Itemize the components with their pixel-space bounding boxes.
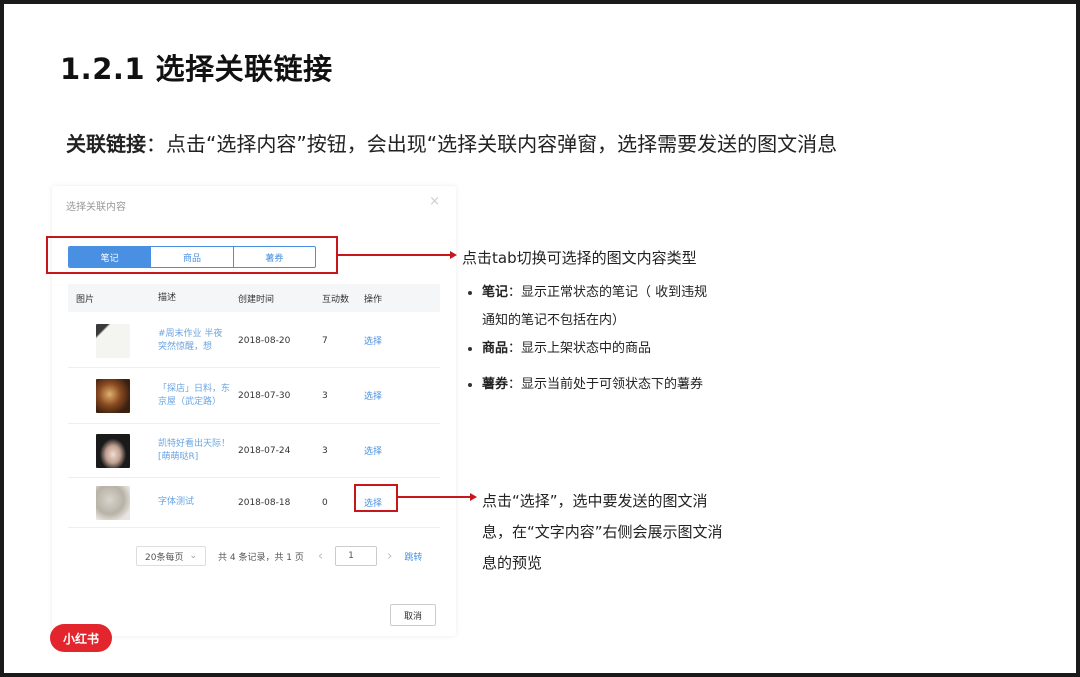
- page-input[interactable]: 1: [335, 546, 378, 566]
- bullet-notes-cont: 通知的笔记不包括在内）: [482, 313, 626, 328]
- bullet-coupons: 薯券：显示当前处于可领状态下的薯券: [468, 370, 703, 400]
- close-icon[interactable]: ×: [429, 194, 440, 209]
- select-link[interactable]: 选择: [354, 389, 440, 402]
- bullet-label: 薯券: [482, 377, 509, 392]
- bullet-label: 商品: [482, 341, 509, 356]
- select-arrow: [398, 496, 470, 498]
- intro-colon: ：: [146, 132, 166, 156]
- bullet-dot: [468, 346, 472, 351]
- select-annotation-line: 点击“选择”，选中要发送的图文消: [482, 492, 708, 510]
- row-date: 2018-07-30: [238, 390, 291, 401]
- select-annotation-line: 息的预览: [482, 554, 543, 572]
- intro-label: 关联链接: [66, 132, 146, 156]
- jump-link[interactable]: 跳转: [404, 550, 422, 563]
- select-link[interactable]: 选择: [354, 334, 440, 347]
- tabs-highlight: [46, 236, 338, 274]
- row-count: 7: [322, 335, 328, 346]
- row-date: 2018-08-18: [238, 497, 291, 508]
- thumbnail-image: [96, 323, 130, 358]
- chevron-down-icon: ⌄: [189, 551, 197, 561]
- table-row: 凯特好看出天际！[萌萌哒R] 2018-07-24 3 选择: [68, 424, 440, 478]
- bullet-text: ：显示当前处于可领状态下的薯券: [508, 377, 704, 392]
- thumbnail-image: [96, 433, 130, 468]
- bullet-text: ：显示正常状态的笔记（ 收到违规: [508, 285, 708, 300]
- col-count: 互动数: [322, 294, 350, 305]
- row-date: 2018-08-20: [238, 335, 291, 346]
- page-size-select[interactable]: 20条每页 ⌄: [136, 546, 206, 566]
- thumbnail-image: [96, 378, 130, 413]
- select-arrow-head: [470, 493, 477, 501]
- select-annotation-line: 息，在“文字内容”右侧会展示图文消: [482, 523, 723, 541]
- dialog-title: 选择关联内容: [66, 202, 126, 213]
- page-size-label: 20条每页: [145, 552, 184, 563]
- pagination: 20条每页 ⌄ 共 4 条记录，共 1 页 ‹ 1 › 跳转: [136, 546, 422, 566]
- row-desc: 「探店」日料，东京屋（武定路）: [158, 383, 231, 407]
- bullet-label: 笔记: [482, 285, 509, 300]
- row-count: 0: [322, 497, 328, 508]
- col-date: 创建时间: [238, 294, 275, 305]
- col-action: 操作: [364, 294, 383, 305]
- bullet-dot: [468, 382, 472, 387]
- row-date: 2018-07-24: [238, 445, 291, 456]
- intro-text: 关联链接：点击“选择内容”按钮，会出现“选择关联内容弹窗，选择需要发送的图文消息: [66, 128, 837, 157]
- row-desc: 凯特好看出天际！[萌萌哒R]: [158, 438, 231, 462]
- col-desc: 描述: [158, 292, 177, 303]
- cancel-button[interactable]: 取消: [390, 604, 436, 626]
- bullet-products: 商品：显示上架状态中的商品: [468, 334, 651, 364]
- row-count: 3: [322, 445, 328, 456]
- xiaohongshu-logo: 小红书: [50, 624, 112, 652]
- slide-title: 1.2.1 选择关联链接: [60, 52, 333, 86]
- table-row: #周末作业 半夜突然惊醒，想 2018-08-20 7 选择: [68, 314, 440, 368]
- page-summary: 共 4 条记录，共 1 页: [218, 552, 304, 563]
- table-row: 「探店」日料，东京屋（武定路） 2018-07-30 3 选择: [68, 368, 440, 424]
- thumbnail-image: [96, 485, 130, 520]
- tabs-arrow-head: [450, 251, 457, 259]
- col-image: 图片: [76, 294, 95, 305]
- tabs-arrow: [338, 254, 450, 256]
- row-count: 3: [322, 390, 328, 401]
- select-annotation: 点击“选择”，选中要发送的图文消 息，在“文字内容”右侧会展示图文消 息的预览: [482, 486, 782, 579]
- bullet-text: ：显示上架状态中的商品: [508, 341, 652, 356]
- slide: 1.2.1 选择关联链接 关联链接：点击“选择内容”按钮，会出现“选择关联内容弹…: [4, 4, 1076, 673]
- prev-page-icon[interactable]: ‹: [318, 549, 323, 564]
- next-page-icon[interactable]: ›: [387, 549, 392, 564]
- tab-annotation: 点击tab切换可选择的图文内容类型: [462, 249, 697, 267]
- select-highlight: [354, 484, 398, 512]
- bullet-notes: 笔记：显示正常状态的笔记（ 收到违规: [468, 278, 707, 308]
- row-desc: 字体测试: [158, 497, 195, 507]
- bullet-dot: [468, 290, 472, 295]
- table-header: 图片 描述 创建时间 互动数 操作: [68, 284, 440, 312]
- row-desc: #周末作业 半夜突然惊醒，想: [158, 328, 223, 352]
- select-link[interactable]: 选择: [354, 444, 440, 457]
- intro-body: 点击“选择内容”按钮，会出现“选择关联内容弹窗，选择需要发送的图文消息: [166, 132, 838, 156]
